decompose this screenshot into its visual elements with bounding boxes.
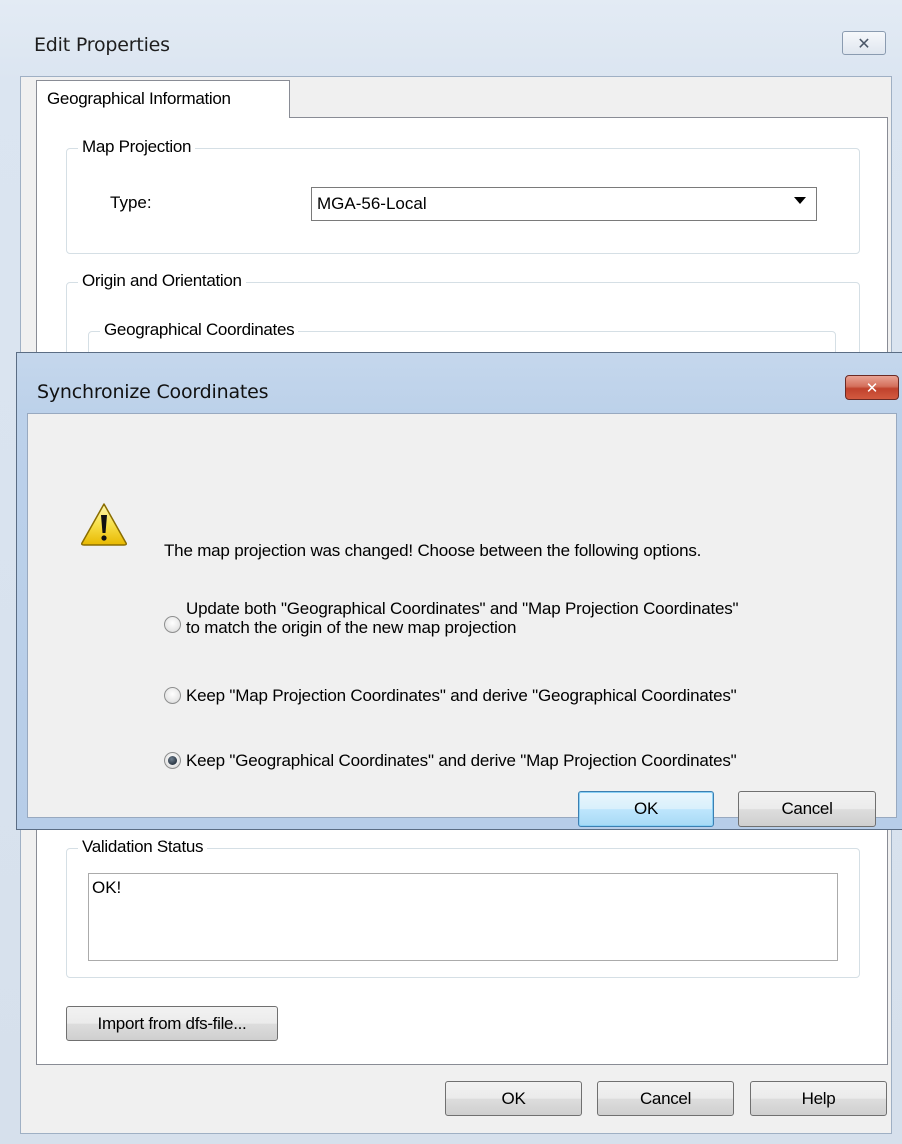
warning-triangle-icon xyxy=(81,503,127,546)
close-icon: ✕ xyxy=(857,33,871,53)
validation-status-textarea[interactable]: OK! xyxy=(88,873,838,961)
type-label: Type: xyxy=(110,193,152,212)
projection-type-value: MGA-56-Local xyxy=(317,194,427,213)
cancel-button[interactable]: Cancel xyxy=(597,1081,734,1116)
dialog-ok-button[interactable]: OK xyxy=(578,791,714,827)
dialog-message: The map projection was changed! Choose b… xyxy=(164,541,702,560)
import-from-dfs-file-button[interactable]: Import from dfs-file... xyxy=(66,1006,278,1041)
close-icon: ✕ xyxy=(865,378,879,397)
ok-button[interactable]: OK xyxy=(445,1081,582,1116)
option-update-both-line1: Update both "Geographical Coordinates" a… xyxy=(186,599,739,618)
window-close-button[interactable]: ✕ xyxy=(842,31,886,55)
validation-status-group-label: Validation Status xyxy=(78,837,208,857)
help-button[interactable]: Help xyxy=(750,1081,887,1116)
option-update-both-line2: to match the origin of the new map proje… xyxy=(186,618,517,637)
option-keep-geographical-radio[interactable] xyxy=(164,752,181,769)
option-keep-map-projection-radio[interactable] xyxy=(164,687,181,704)
tab-geographical-information[interactable]: Geographical Information xyxy=(36,80,290,118)
dialog-client-area: The map projection was changed! Choose b… xyxy=(27,413,897,827)
option-update-both-label[interactable]: Update both "Geographical Coordinates" a… xyxy=(186,599,739,637)
dialog-close-button[interactable]: ✕ xyxy=(845,375,899,400)
window-title: Edit Properties xyxy=(34,34,170,56)
synchronize-coordinates-dialog: Synchronize Coordinates ✕ The map projec… xyxy=(16,352,902,830)
origin-orientation-group-label: Origin and Orientation xyxy=(78,271,246,291)
option-update-both-radio[interactable] xyxy=(164,616,181,633)
dialog-cancel-button[interactable]: Cancel xyxy=(738,791,876,827)
chevron-down-icon xyxy=(794,197,806,204)
geographical-coordinates-group-label: Geographical Coordinates xyxy=(100,320,299,340)
option-keep-geographical-label[interactable]: Keep "Geographical Coordinates" and deri… xyxy=(186,751,737,770)
option-keep-map-projection-label[interactable]: Keep "Map Projection Coordinates" and de… xyxy=(186,686,737,705)
dialog-title: Synchronize Coordinates xyxy=(37,381,269,403)
projection-type-select[interactable]: MGA-56-Local xyxy=(311,187,817,221)
map-projection-group-label: Map Projection xyxy=(78,137,196,157)
